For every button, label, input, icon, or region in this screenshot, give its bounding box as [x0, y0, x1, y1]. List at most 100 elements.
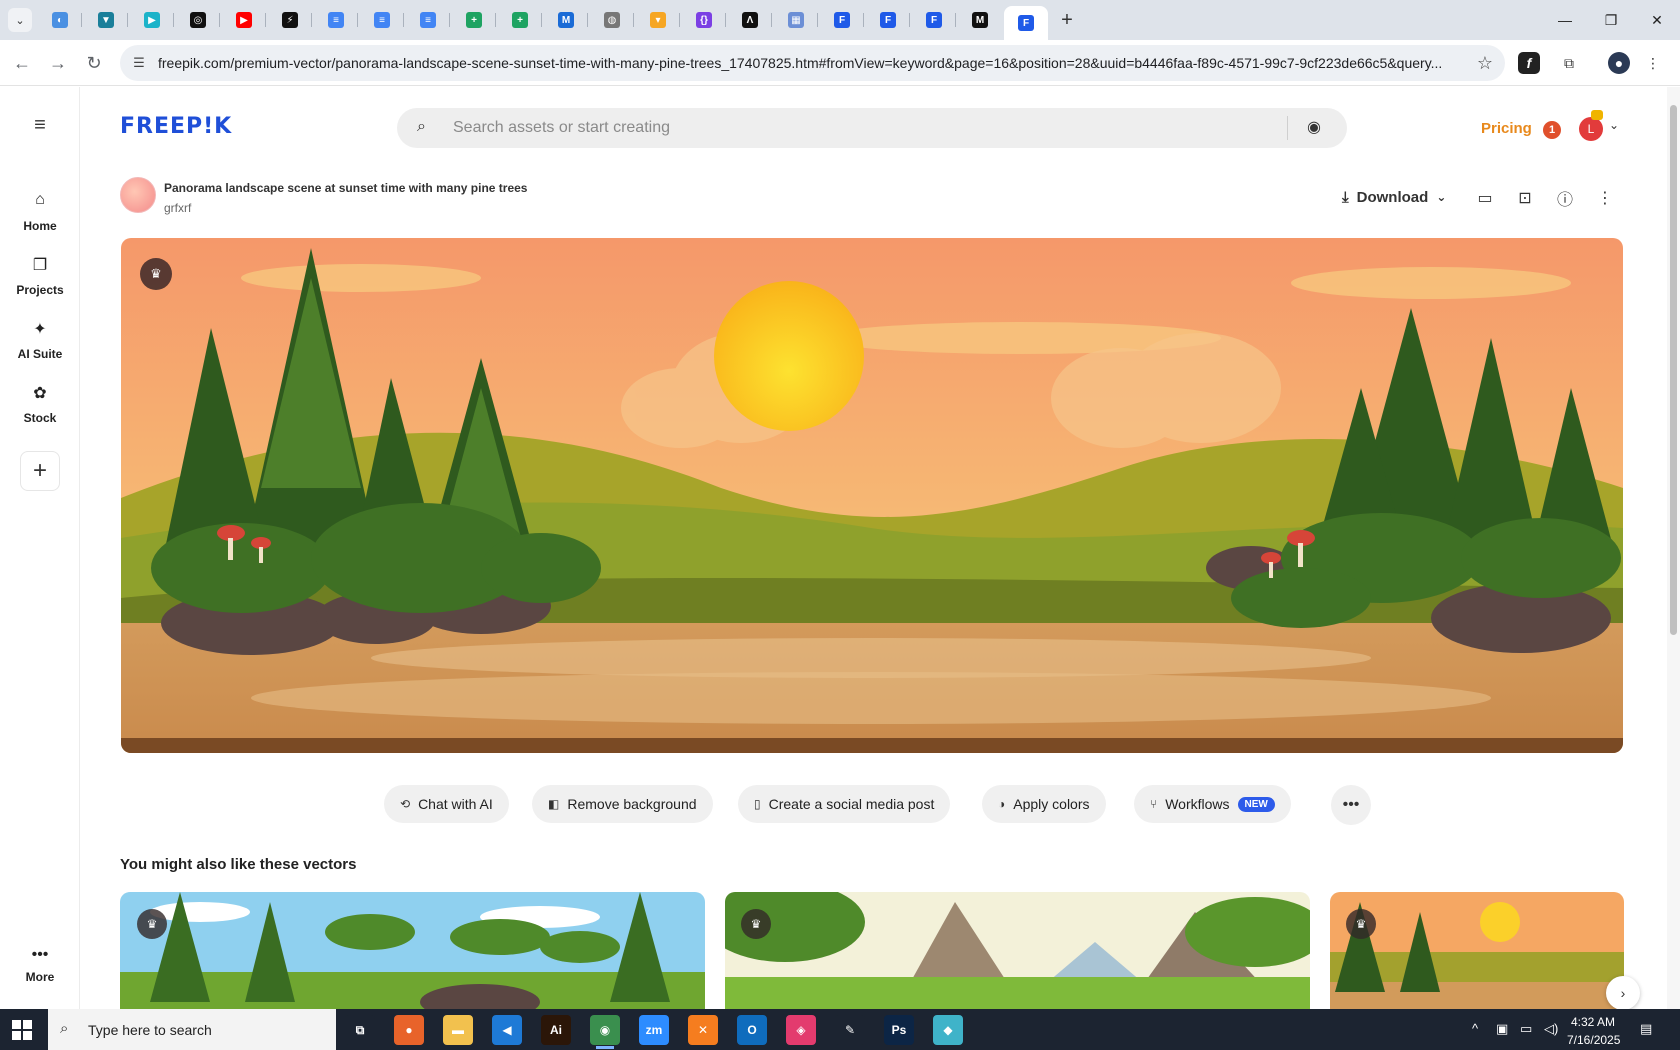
taskbar-photoshop-icon[interactable]: Ps — [884, 1015, 914, 1045]
user-avatar[interactable]: L — [1579, 117, 1603, 141]
download-button[interactable]: ⤓ Download ⌄ — [1342, 186, 1446, 208]
browser-tab[interactable]: ▶ — [222, 6, 266, 34]
workflows-button[interactable]: ⑂ Workflows NEW — [1134, 785, 1291, 823]
tray-display-icon[interactable]: ▣ — [1496, 1021, 1508, 1037]
more-actions-button[interactable]: ••• — [1331, 785, 1371, 825]
volume-icon[interactable]: ◁) — [1544, 1021, 1558, 1037]
apply-colors-button[interactable]: ◑ Apply colors — [982, 785, 1106, 823]
save-to-folder-icon[interactable]: ▭ — [1474, 187, 1496, 209]
taskbar-illustrator-icon[interactable]: Ai — [541, 1015, 571, 1045]
windows-start-button[interactable] — [12, 1020, 32, 1040]
related-thumbnail[interactable] — [725, 892, 1310, 1010]
browser-tab[interactable]: ≡ — [314, 6, 358, 34]
taskbar-outlook-icon[interactable]: O — [737, 1015, 767, 1045]
taskbar-search-box[interactable]: ⌕ Type here to search — [48, 1009, 336, 1050]
sidebar-item-projects[interactable]: ❐ Projects — [0, 255, 80, 297]
browser-tab[interactable]: ≡ — [406, 6, 450, 34]
browser-tab[interactable]: ◐ — [38, 6, 82, 34]
related-thumbnail[interactable] — [1330, 892, 1624, 1010]
taskbar-zoom-icon[interactable]: zm — [639, 1015, 669, 1045]
browser-tab[interactable]: ▦ — [774, 6, 818, 34]
taskbar-task-view-icon[interactable]: ⧉ — [345, 1015, 375, 1045]
forest-illustration — [120, 892, 705, 1010]
browser-tab[interactable]: F — [912, 6, 956, 34]
author-avatar[interactable] — [120, 177, 156, 213]
minimize-button[interactable]: — — [1543, 6, 1587, 34]
related-thumbnail[interactable] — [120, 892, 705, 1010]
tray-chevron-up-icon[interactable]: ^ — [1472, 1021, 1478, 1036]
sidebar-item-ai-suite[interactable]: ✦ AI Suite — [0, 319, 80, 361]
carousel-next-button[interactable]: › — [1606, 976, 1640, 1010]
bookmark-star-icon[interactable]: ☆ — [1477, 53, 1493, 74]
page-scrollbar[interactable] — [1667, 87, 1680, 1009]
browser-tab[interactable]: Λ — [728, 6, 772, 34]
taskbar-file-explorer-icon[interactable]: ▬ — [443, 1015, 473, 1045]
taskbar-vscode-icon[interactable]: ◀ — [492, 1015, 522, 1045]
browser-tab[interactable]: F — [1004, 6, 1048, 40]
tab-separator — [771, 13, 772, 27]
site-info-icon[interactable]: ☰ — [130, 54, 148, 72]
chat-with-ai-button[interactable]: ⟲ Chat with AI — [384, 785, 509, 823]
browser-tab[interactable]: ▶ — [130, 6, 174, 34]
more-options-icon[interactable]: ⋮ — [1594, 187, 1616, 209]
notification-badge[interactable]: 1 — [1543, 121, 1561, 139]
scrollbar-thumb[interactable] — [1670, 105, 1677, 635]
camera-search-icon[interactable]: ◉ — [1307, 117, 1321, 137]
taskbar-firefox-icon[interactable]: ● — [394, 1015, 424, 1045]
browser-tab[interactable]: + — [498, 6, 542, 34]
create-a-social-media-post-button[interactable]: ▯ Create a social media post — [738, 785, 951, 823]
chevron-down-icon[interactable]: ⌄ — [1609, 118, 1619, 132]
url-text[interactable]: freepik.com/premium-vector/panorama-land… — [158, 55, 1578, 71]
tab-separator — [311, 13, 312, 27]
browser-tab[interactable]: ▼ — [84, 6, 128, 34]
taskbar-xampp-icon[interactable]: ✕ — [688, 1015, 718, 1045]
notifications-icon[interactable]: ▤ — [1640, 1021, 1652, 1037]
clock-date[interactable]: 7/16/2025 — [1567, 1033, 1620, 1047]
browser-menu-icon[interactable]: ⋮ — [1640, 50, 1666, 76]
taskbar-pen-tool-icon[interactable]: ✎ — [835, 1015, 865, 1045]
browser-tab[interactable]: M — [544, 6, 588, 34]
tab-separator — [81, 13, 82, 27]
docs-icon: ≡ — [420, 12, 436, 28]
browser-tab[interactable]: ◍ — [590, 6, 634, 34]
address-bar[interactable]: ☰ freepik.com/premium-vector/panorama-la… — [120, 45, 1505, 81]
network-icon[interactable]: ▭ — [1520, 1021, 1532, 1037]
maximize-button[interactable]: ❐ — [1589, 6, 1633, 34]
browser-tab[interactable]: F — [820, 6, 864, 34]
browser-tab[interactable]: ▾ — [636, 6, 680, 34]
sidebar-item-stock[interactable]: ✿ Stock — [0, 383, 80, 425]
close-window-button[interactable]: ✕ — [1635, 6, 1679, 34]
taskbar-app-icon[interactable]: ◆ — [933, 1015, 963, 1045]
back-button[interactable]: ← — [8, 49, 36, 77]
browser-tab[interactable]: ◎ — [176, 6, 220, 34]
info-icon[interactable]: ⓘ — [1554, 187, 1576, 209]
hamburger-menu-icon[interactable]: ≡ — [28, 113, 52, 137]
browser-tab[interactable]: ⚡ — [268, 6, 312, 34]
sidebar-item-home[interactable]: ⌂ Home — [0, 191, 80, 233]
search-input[interactable] — [453, 114, 1253, 142]
profile-avatar-icon[interactable]: ● — [1608, 52, 1630, 74]
freepik-logo[interactable]: FREEP!K — [120, 114, 232, 139]
browser-tab[interactable]: F — [866, 6, 910, 34]
save-to-collection-icon[interactable]: ⊡ — [1514, 187, 1536, 209]
browser-tab[interactable]: {} — [682, 6, 726, 34]
extensions-puzzle-icon[interactable]: ⧉ — [1556, 50, 1582, 76]
add-button[interactable]: + — [20, 451, 60, 491]
author-name[interactable]: grfxrf — [164, 201, 191, 215]
reload-button[interactable]: ↻ — [80, 49, 108, 77]
taskbar-creative-cloud-icon[interactable]: ◈ — [786, 1015, 816, 1045]
asset-preview-image[interactable] — [121, 238, 1623, 753]
sidebar-item-more[interactable]: ••• More — [0, 946, 80, 984]
extension-f-icon[interactable]: f — [1518, 52, 1540, 74]
remove-background-button[interactable]: ◧ Remove background — [532, 785, 713, 823]
browser-tab[interactable]: M — [958, 6, 1002, 34]
clock-time[interactable]: 4:32 AM — [1571, 1015, 1615, 1029]
new-tab-button[interactable]: + — [1055, 8, 1079, 32]
tab-search-dropdown[interactable]: ⌄ — [8, 8, 32, 32]
browser-tab[interactable]: + — [452, 6, 496, 34]
taskbar-chrome-icon[interactable]: ◉ — [590, 1015, 620, 1049]
browser-tab[interactable]: ≡ — [360, 6, 404, 34]
forward-button[interactable]: → — [44, 49, 72, 77]
stock-icon: ✿ — [33, 385, 47, 402]
pricing-link[interactable]: Pricing — [1481, 120, 1532, 137]
